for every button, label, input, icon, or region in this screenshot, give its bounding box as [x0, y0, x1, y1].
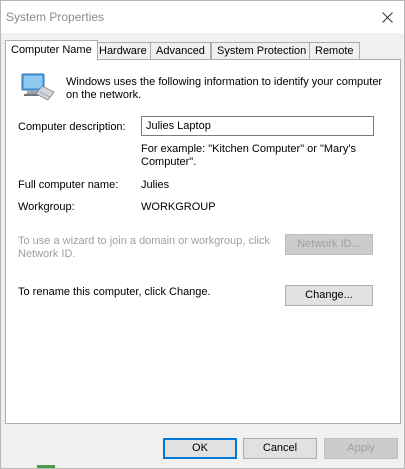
- tab-advanced[interactable]: Advanced: [150, 42, 211, 60]
- system-properties-dialog: System Properties Computer Name Hardware…: [0, 0, 405, 469]
- tab-system-protection[interactable]: System Protection: [211, 42, 313, 60]
- close-icon: [381, 11, 393, 23]
- tab-remote[interactable]: Remote: [309, 42, 360, 60]
- computer-description-input[interactable]: [141, 116, 374, 136]
- full-computer-name-label: Full computer name:: [18, 179, 119, 191]
- tab-computer-name[interactable]: Computer Name: [5, 40, 98, 61]
- change-button[interactable]: Change...: [285, 285, 373, 306]
- intro-text: Windows uses the following information t…: [66, 76, 383, 101]
- workgroup-label: Workgroup:: [18, 201, 75, 213]
- example-text: For example: "Kitchen Computer" or "Mary…: [141, 143, 356, 168]
- network-id-text: To use a wizard to join a domain or work…: [18, 235, 270, 260]
- computer-description-label: Computer description:: [18, 121, 126, 133]
- workgroup-value: WORKGROUP: [141, 201, 216, 213]
- apply-button[interactable]: Apply: [324, 438, 398, 459]
- cancel-button[interactable]: Cancel: [243, 438, 317, 459]
- tab-hardware[interactable]: Hardware: [93, 42, 153, 60]
- rename-text: To rename this computer, click Change.: [18, 286, 211, 298]
- close-button[interactable]: [370, 1, 404, 33]
- network-id-button[interactable]: Network ID...: [285, 234, 373, 255]
- taskbar-edge: [37, 465, 55, 468]
- tab-strip: Computer Name Hardware Advanced System P…: [5, 40, 401, 61]
- window-title: System Properties: [6, 10, 105, 24]
- computer-name-panel: Windows uses the following information t…: [5, 59, 401, 424]
- full-computer-name-value: Julies: [141, 179, 170, 191]
- title-bar[interactable]: System Properties: [1, 1, 404, 33]
- ok-button[interactable]: OK: [163, 438, 237, 459]
- computer-icon: [21, 73, 55, 101]
